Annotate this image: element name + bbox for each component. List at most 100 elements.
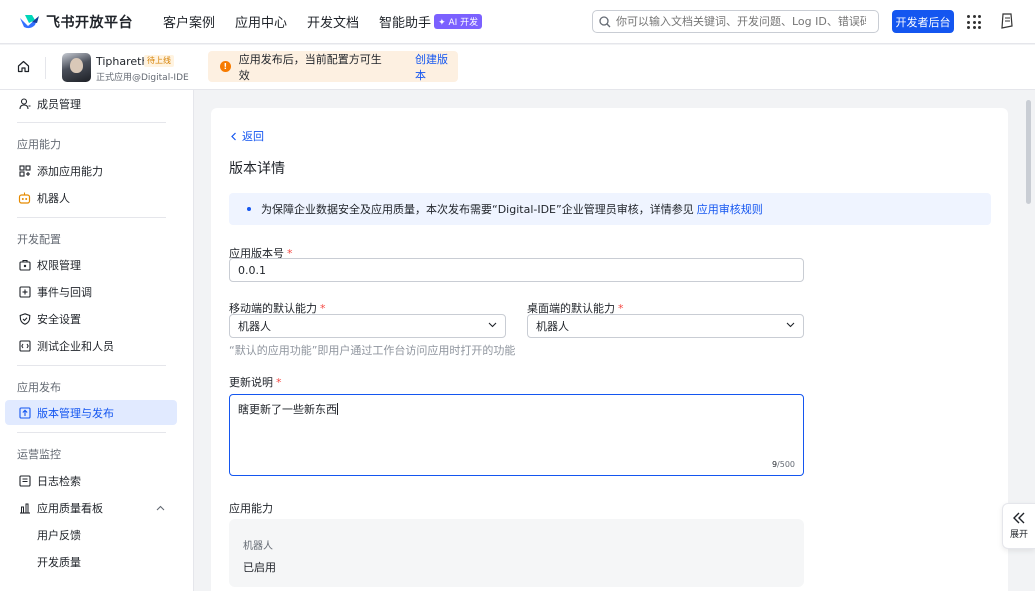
sidebar-section-monitoring: 运营监控 [17,448,61,461]
capability-name: 机器人 [243,541,273,552]
person-icon [18,97,31,110]
sidebar: 成员管理 应用能力 添加应用能力 机器人 开发配置 权限管理 事件与回调 安全设… [0,90,194,591]
nav-item-assistant-label: 智能助手 [379,16,432,31]
publish-notice: ! 应用发布后，当前配置方可生效 创建版本 [208,51,458,82]
app-avatar [62,53,91,82]
review-info-text: 为保障企业数据安全及应用质量，本次发布需要“Digital-IDE”企业管理员审… [261,203,694,216]
test-icon [18,339,31,352]
release-notes-label: 更新说明 * [229,374,282,390]
chevron-down-icon [488,322,497,328]
sidebar-item-label: 用户反馈 [37,528,81,542]
char-counter: 9/500 [772,460,795,469]
page-title: 版本详情 [229,161,285,177]
mobile-default-select[interactable]: 机器人 [229,314,506,338]
app-bar: Tiphareth 待上线 正式应用@Digital-IDE ! 应用发布后，当… [0,45,1035,90]
sidebar-item-label: 开发质量 [37,555,81,569]
sidebar-item-version-management[interactable]: 版本管理与发布 [5,400,177,425]
sidebar-item-dev-quality[interactable]: 开发质量 [5,549,177,574]
sidebar-divider [17,122,166,123]
version-value: 0.0.1 [238,263,266,277]
expand-label: 展开 [1009,530,1028,540]
sidebar-item-members[interactable]: 成员管理 [5,91,177,116]
desktop-default-select[interactable]: 机器人 [527,314,804,338]
sidebar-item-label: 应用质量看板 [37,501,103,515]
feishu-logo-icon [20,14,39,28]
desktop-default-value: 机器人 [536,320,569,333]
shield-icon [18,312,31,325]
sidebar-item-label: 机器人 [37,191,70,205]
version-detail-card: 返回 版本详情 为保障企业数据安全及应用质量，本次发布需要“Digital-ID… [211,108,1008,591]
sidebar-item-events[interactable]: 事件与回调 [5,279,177,304]
capability-section-label: 应用能力 [229,502,273,515]
sidebar-item-security[interactable]: 安全设置 [5,306,177,331]
permission-icon [18,258,31,271]
app-name: Tiphareth [96,55,149,68]
developer-console-button[interactable]: 开发者后台 [892,10,954,33]
upload-icon [18,406,31,419]
capability-state: 已启用 [243,561,276,574]
default-capability-hint: “默认的应用功能”即用户通过工作台访问应用时打开的功能 [229,344,516,357]
event-icon [18,285,31,298]
robot-icon [18,191,31,204]
warning-icon: ! [220,61,231,72]
clipboard-icon[interactable] [1000,12,1014,30]
sidebar-item-label: 成员管理 [37,97,81,111]
review-info-bar: 为保障企业数据安全及应用质量，本次发布需要“Digital-IDE”企业管理员审… [229,193,991,225]
app-grid-icon[interactable] [967,15,981,29]
release-notes-textarea[interactable]: 瞎更新了一些新东西 9/500 [229,394,804,476]
chevron-down-icon [786,322,795,328]
sidebar-item-label: 日志检索 [37,474,81,488]
sidebar-item-bot[interactable]: 机器人 [5,185,177,210]
sidebar-item-test-users[interactable]: 测试企业和人员 [5,333,177,358]
search-box[interactable] [592,10,879,33]
app-subtitle: 正式应用@Digital-IDE [96,73,189,83]
double-chevron-left-icon [1013,512,1025,524]
back-link[interactable]: 返回 [230,128,264,144]
chevron-left-icon [231,132,236,140]
mobile-default-value: 机器人 [238,320,271,333]
home-icon[interactable] [17,60,30,73]
sidebar-section-capabilities: 应用能力 [17,138,61,151]
required-mark: * [276,376,282,389]
sidebar-item-label: 事件与回调 [37,285,92,299]
sidebar-section-publish: 应用发布 [17,381,61,394]
page-scrollbar[interactable] [1026,100,1031,204]
expand-panel-button[interactable]: 展开 [1002,503,1035,549]
nav-item-cases[interactable]: 客户案例 [163,12,215,31]
app-status-badge: 待上线 [144,55,174,67]
sidebar-section-dev-config: 开发配置 [17,233,61,246]
back-label: 返回 [242,130,264,143]
release-notes-value: 瞎更新了一些新东西 [238,403,337,416]
text-caret [337,403,338,415]
search-icon [599,15,611,27]
sidebar-item-label: 添加应用能力 [37,164,103,178]
char-max: /500 [777,460,795,469]
sidebar-item-label: 权限管理 [37,258,81,272]
sidebar-item-permissions[interactable]: 权限管理 [5,252,177,277]
nav-item-app-center[interactable]: 应用中心 [235,12,287,31]
chevron-up-icon [156,505,165,510]
top-nav: 飞书开放平台 客户案例 应用中心 开发文档 智能助手✦ AI 开发 开发者后台 [0,0,1035,44]
nav-item-docs[interactable]: 开发文档 [307,12,359,31]
brand-logo[interactable]: 飞书开放平台 [18,12,133,32]
release-notes-label-text: 更新说明 [229,376,273,389]
brand-name: 飞书开放平台 [46,14,133,31]
sidebar-item-add-capability[interactable]: 添加应用能力 [5,158,177,183]
sidebar-item-log-search[interactable]: 日志检索 [5,468,177,493]
grid-plus-icon [18,164,31,177]
version-input[interactable]: 0.0.1 [229,258,804,282]
sidebar-divider [17,365,166,366]
search-input[interactable] [616,15,866,28]
ai-badge: ✦ AI 开发 [434,14,483,29]
sidebar-item-quality-dashboard[interactable]: 应用质量看板 [5,495,177,520]
sidebar-divider [17,432,166,433]
review-rules-link[interactable]: 应用审核规则 [697,201,763,217]
sidebar-item-label: 版本管理与发布 [37,406,114,420]
log-icon [18,474,31,487]
create-version-link[interactable]: 创建版本 [415,51,458,83]
bullet-dot [247,207,251,211]
capability-card: 机器人 已启用 [229,519,804,587]
sidebar-item-user-feedback[interactable]: 用户反馈 [5,522,177,547]
nav-item-assistant[interactable]: 智能助手 ✦ AI 开发 [379,12,483,31]
sidebar-divider [17,217,166,218]
